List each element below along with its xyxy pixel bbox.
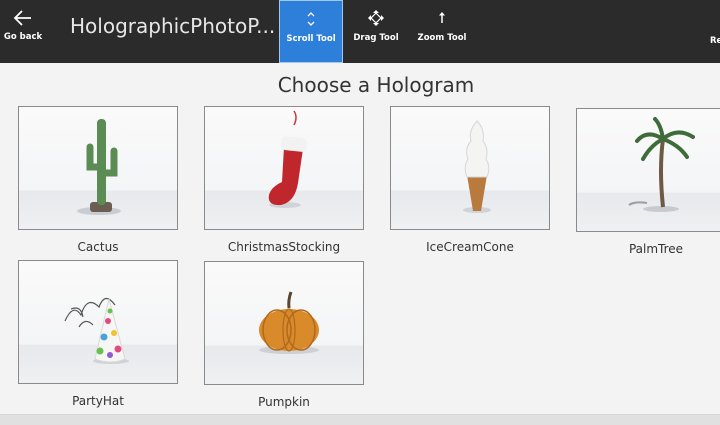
app-toolbar: Go back HolographicPhotoP... Scroll Tool…: [0, 0, 720, 63]
christmas-stocking-icon: [268, 110, 308, 208]
hologram-thumbnail: [576, 108, 720, 232]
hologram-tile-pumpkin[interactable]: Pumpkin: [204, 261, 364, 409]
hologram-label: PartyHat: [72, 394, 124, 408]
scroll-arrows-icon: [307, 12, 315, 26]
scroll-tool-button[interactable]: Scroll Tool: [279, 0, 343, 63]
zoom-tool-label: Zoom Tool: [417, 33, 467, 43]
ice-cream-cone-icon: [463, 120, 491, 213]
go-back-label: Go back: [3, 32, 43, 42]
party-hat-icon: [64, 297, 129, 364]
hologram-tile-palmtree[interactable]: PalmTree: [576, 108, 720, 256]
hologram-thumbnail: [204, 106, 364, 230]
hologram-label: PalmTree: [628, 242, 684, 256]
arrow-left-icon: [13, 10, 31, 26]
hologram-thumbnail: [18, 260, 178, 384]
hologram-tile-christmasstocking[interactable]: ChristmasStocking: [204, 106, 364, 254]
hologram-thumbnail: [18, 106, 178, 230]
hologram-label: Cactus: [77, 240, 119, 254]
zoom-tool-button[interactable]: Zoom Tool: [410, 0, 474, 63]
scroll-tool-label: Scroll Tool: [286, 34, 336, 44]
app-title: HolographicPhotoP...: [70, 14, 275, 38]
panel-title: Choose a Hologram: [277, 73, 475, 97]
hologram-tile-partyhat[interactable]: PartyHat: [18, 260, 178, 408]
hologram-thumbnail: [390, 106, 550, 230]
cactus-icon: [77, 119, 121, 215]
hologram-label: ChristmasStocking: [227, 240, 341, 254]
hologram-picker-panel: Choose a Hologram Cactus ChristmasStocki…: [0, 63, 720, 415]
palm-tree-icon: [628, 117, 695, 212]
hologram-tile-cactus[interactable]: Cactus: [18, 106, 178, 254]
move-arrows-icon: [368, 10, 384, 26]
go-back-button[interactable]: Go back: [0, 0, 46, 63]
bottom-edge: [0, 415, 720, 425]
drag-tool-button[interactable]: Drag Tool: [348, 0, 404, 63]
hologram-thumbnail: [204, 261, 364, 385]
hologram-label: IceCreamCone: [426, 240, 514, 254]
zoom-arrow-icon: [439, 12, 445, 23]
pumpkin-icon: [259, 291, 319, 354]
hologram-tile-icecreamcone[interactable]: IceCreamCone: [390, 106, 550, 254]
edge-cutoff-label[interactable]: Re: [710, 36, 720, 46]
hologram-label: Pumpkin: [258, 395, 310, 409]
drag-tool-label: Drag Tool: [353, 33, 399, 43]
